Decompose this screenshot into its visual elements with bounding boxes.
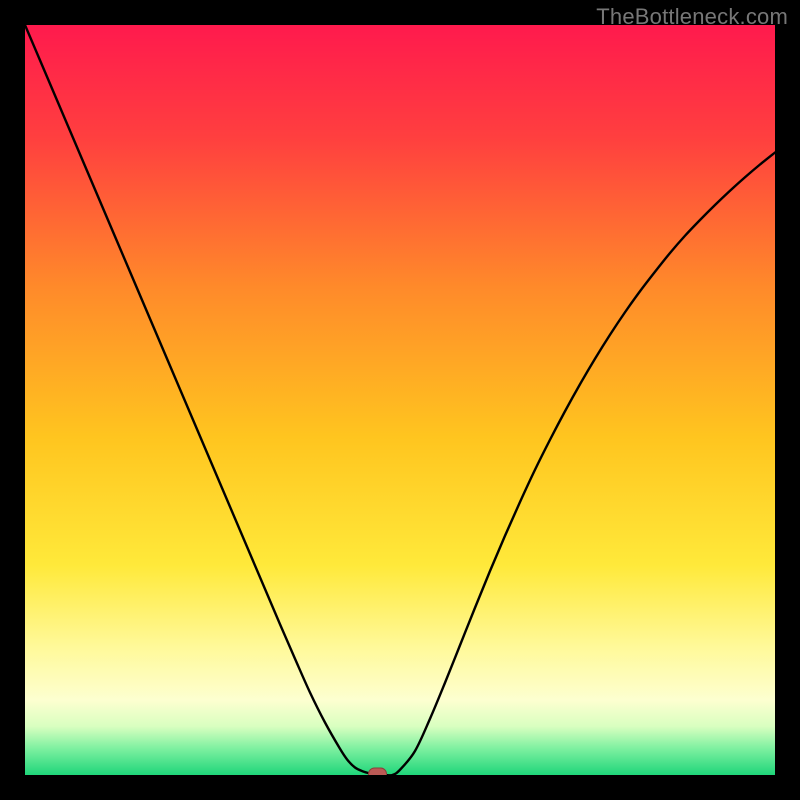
bottleneck-chart: [25, 25, 775, 775]
optimum-marker: [369, 768, 387, 775]
chart-frame: TheBottleneck.com: [0, 0, 800, 800]
watermark-text: TheBottleneck.com: [596, 4, 788, 30]
chart-background: [25, 25, 775, 775]
